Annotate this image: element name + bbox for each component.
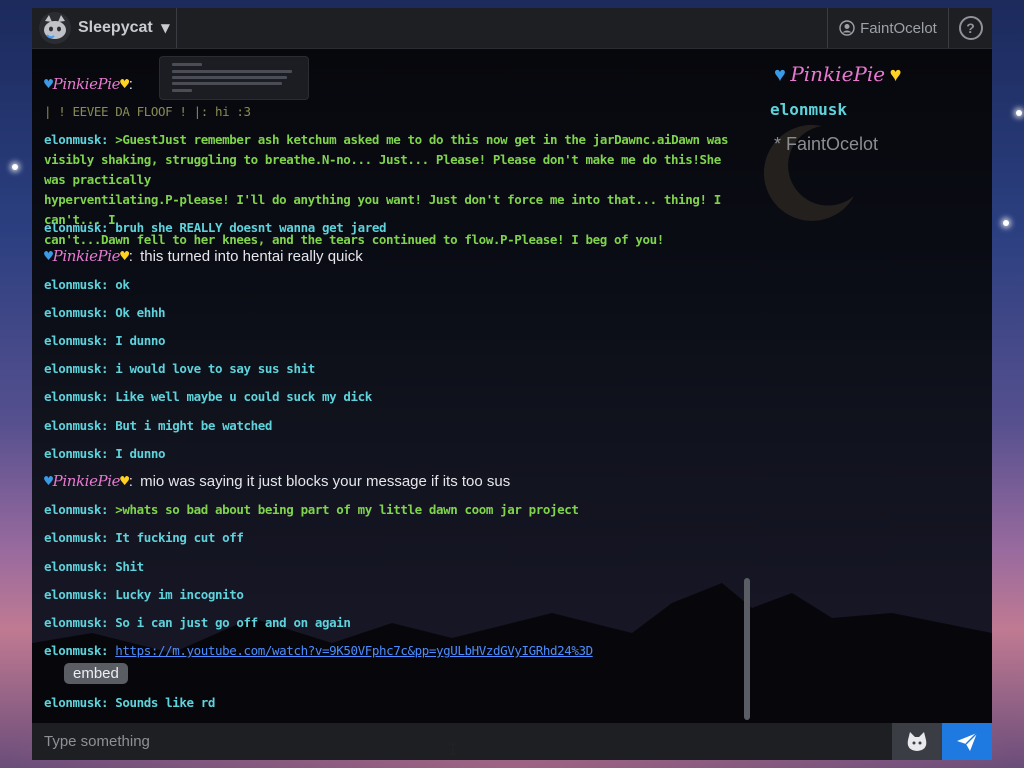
message-list: ♥PinkiePie♥: | ! EEVEE DA FLOOF ! |: hi … xyxy=(44,48,744,723)
message-input[interactable] xyxy=(32,723,892,760)
text-cursor-icon: I xyxy=(448,740,458,759)
cat-emote-icon xyxy=(907,731,927,751)
chat-message: ♥PinkiePie♥: mio was saying it just bloc… xyxy=(44,472,511,490)
chat-message: elonmusk: Lucky im incognito xyxy=(44,587,244,602)
chat-message: elonmusk: bruh she REALLY doesnt wanna g… xyxy=(44,220,387,235)
background-star xyxy=(1016,110,1022,116)
message-text: | ! EEVEE DA FLOOF ! |: hi :3 xyxy=(44,104,251,119)
chat-message: elonmusk: i would love to say sus shit xyxy=(44,361,315,376)
message-author[interactable]: elonmusk xyxy=(44,418,101,433)
user-list-item-self[interactable]: * FaintOcelot xyxy=(774,134,878,155)
message-text: ok xyxy=(115,277,130,292)
message-author[interactable]: elonmusk xyxy=(44,389,101,404)
message-text: I dunno xyxy=(115,333,166,348)
user-circle-icon xyxy=(839,20,855,36)
embed-button[interactable]: embed xyxy=(64,663,128,684)
send-button[interactable] xyxy=(942,723,992,760)
cat-face-icon xyxy=(39,12,71,44)
user-list-item[interactable]: ♥ PinkiePie ♥ xyxy=(774,62,901,87)
chat-message: | ! EEVEE DA FLOOF ! |: hi :3 xyxy=(44,102,744,122)
question-circle-icon: ? xyxy=(958,16,983,40)
help-button[interactable]: ? xyxy=(948,8,992,48)
message-author[interactable]: elonmusk xyxy=(44,220,101,235)
message-author[interactable]: elonmusk xyxy=(44,305,101,320)
chat-message: elonmusk: But i might be watched xyxy=(44,418,273,433)
current-username: FaintOcelot xyxy=(860,19,937,37)
message-text: mio was saying it just blocks your messa… xyxy=(140,473,511,490)
message-author[interactable]: elonmusk xyxy=(44,361,101,376)
chat-message: elonmusk: Shit xyxy=(44,559,144,574)
chat-message: elonmusk: https://m.youtube.com/watch?v=… xyxy=(44,643,593,658)
message-author[interactable]: elonmusk xyxy=(44,643,101,658)
message-text: Ok ehhh xyxy=(115,305,166,320)
background-star xyxy=(1003,220,1009,226)
message-text: Like well maybe u could suck my dick xyxy=(115,389,372,404)
user-list-name: PinkiePie xyxy=(790,62,886,86)
account-button[interactable]: FaintOcelot xyxy=(827,8,948,48)
message-text: Shit xyxy=(115,559,144,574)
message-text: i would love to say sus shit xyxy=(115,361,315,376)
chat-message: ♥PinkiePie♥: xyxy=(44,75,133,93)
chat-message: elonmusk: Like well maybe u could suck m… xyxy=(44,389,372,404)
chat-message: ♥PinkiePie♥: this turned into hentai rea… xyxy=(44,247,363,265)
message-author[interactable]: PinkiePie xyxy=(53,75,121,93)
message-link[interactable]: https://m.youtube.com/watch?v=9K50VFphc7… xyxy=(115,643,593,658)
message-author[interactable]: elonmusk xyxy=(44,446,101,461)
message-text: I dunno xyxy=(115,446,166,461)
message-author[interactable]: PinkiePie xyxy=(53,472,121,490)
background-star xyxy=(12,164,18,170)
message-text: But i might be watched xyxy=(115,418,273,433)
message-text: Sounds like rd xyxy=(115,695,216,710)
user-list-item[interactable]: elonmusk xyxy=(770,100,847,119)
emote-button[interactable] xyxy=(892,723,942,760)
room-selector[interactable]: Sleepycat ▼ xyxy=(32,8,177,48)
message-author[interactable]: elonmusk xyxy=(44,587,101,602)
message-text: this turned into hentai really quick xyxy=(140,248,363,265)
message-author[interactable]: elonmusk xyxy=(44,277,101,292)
top-bar: Sleepycat ▼ FaintOcelot ? xyxy=(32,8,992,49)
message-author[interactable]: elonmusk xyxy=(44,132,101,147)
message-author[interactable]: elonmusk xyxy=(44,333,101,348)
chevron-down-icon: ▼ xyxy=(160,21,170,35)
paper-plane-icon xyxy=(957,731,978,751)
chat-message: elonmusk: I dunno xyxy=(44,446,166,461)
message-text: Lucky im incognito xyxy=(115,587,244,602)
chat-message: elonmusk: Sounds like rd xyxy=(44,695,216,710)
chat-message: elonmusk: It fucking cut off xyxy=(44,530,244,545)
chat-message: elonmusk: Ok ehhh xyxy=(44,305,166,320)
message-composer: I xyxy=(32,723,992,760)
chat-message: elonmusk: >whats so bad about being part… xyxy=(44,502,579,517)
message-text: >whats so bad about being part of my lit… xyxy=(115,502,579,517)
message-text: So i can just go off and on again xyxy=(115,615,351,630)
chat-message: elonmusk: I dunno xyxy=(44,333,166,348)
message-author[interactable]: elonmusk xyxy=(44,615,101,630)
chat-message: elonmusk: ok xyxy=(44,277,130,292)
message-author[interactable]: elonmusk xyxy=(44,502,101,517)
message-author[interactable]: elonmusk xyxy=(44,559,101,574)
app-name: Sleepycat xyxy=(78,19,153,36)
chat-message: elonmusk: So i can just go off and on ag… xyxy=(44,615,351,630)
scrollbar-thumb[interactable] xyxy=(744,578,750,720)
message-text: It fucking cut off xyxy=(115,530,244,545)
message-text: bruh she REALLY doesnt wanna get jared xyxy=(115,220,387,235)
message-author[interactable]: elonmusk xyxy=(44,530,101,545)
chat-app-window: Sleepycat ▼ FaintOcelot ? ♥PinkiePie♥: |… xyxy=(32,8,992,760)
message-author[interactable]: elonmusk xyxy=(44,695,101,710)
message-author[interactable]: PinkiePie xyxy=(53,247,121,265)
